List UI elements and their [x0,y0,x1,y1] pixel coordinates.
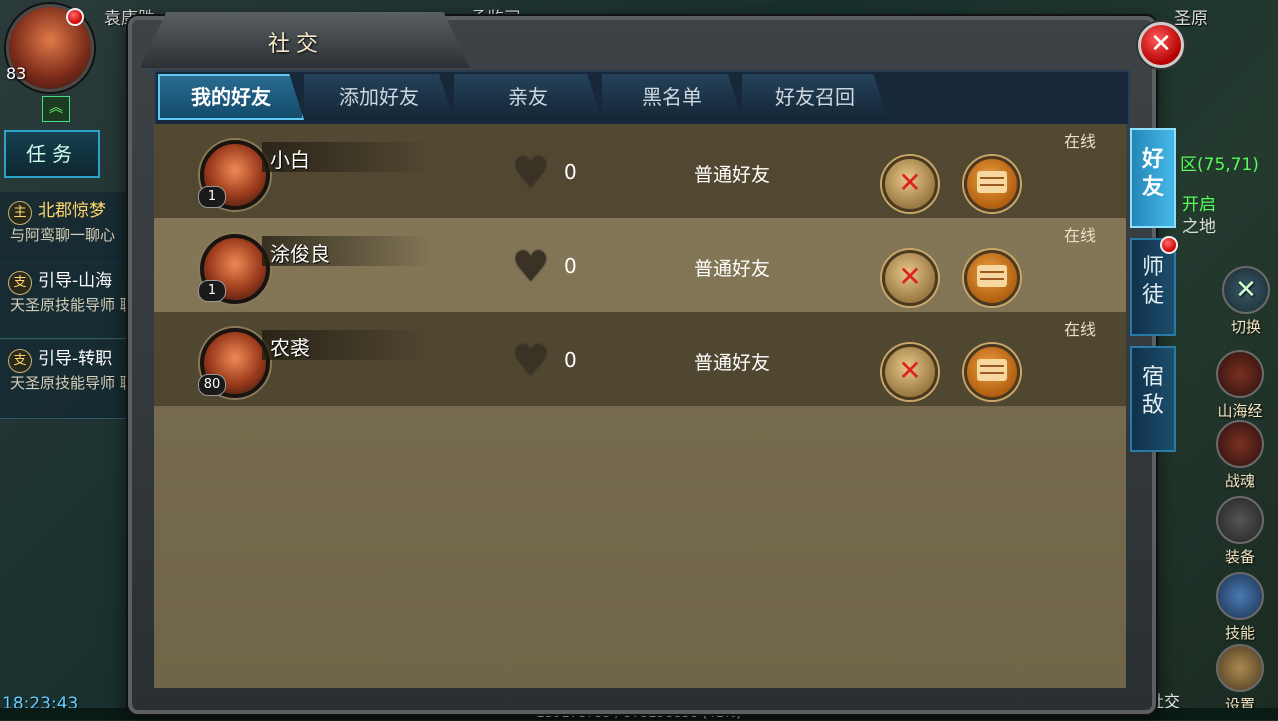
friend-likes: 0 [564,160,577,184]
side-tab-friends[interactable]: 好友 [1130,128,1176,228]
switch-label: 切换 [1230,318,1261,336]
armor-icon [1216,496,1264,544]
friend-name: 小白 [270,148,310,172]
quest-item[interactable]: 主北郡惊梦 与阿鸾聊一聊心 [0,192,130,263]
tab-bar: 我的好友 添加好友 亲友 黑名单 好友召回 [154,70,1130,126]
quest-badge: 支 [8,349,32,373]
close-icon: ✕ [1150,29,1172,59]
demon-mask-icon [1216,420,1264,468]
panel-title: 社交 [268,32,325,57]
friend-relation: 普通好友 [694,258,771,280]
zone-place: 之地 [1182,217,1216,237]
quest-desc: 与阿鸾聊一聊心 [10,226,116,244]
heart-icon: ♥ [512,336,550,385]
quest-title: 引导-山海 [38,271,113,291]
delete-friend-icon: ✕ [898,166,922,199]
quest-item[interactable]: 支引导-转职 天圣原技能导师 聊职业形态 [0,340,195,419]
tab-blacklist[interactable]: 黑名单 [602,74,742,120]
side-tab-label: 好友 [1141,147,1164,200]
friend-row[interactable]: 1 小白 ♥ 0 普通好友 ✕ 在线 [154,124,1126,218]
chat-button[interactable] [964,344,1020,400]
shanhaijing-button[interactable]: 山海经 [1212,350,1268,421]
task-tab[interactable]: 任务 [4,130,100,178]
friend-likes: 0 [564,348,577,372]
quest-title: 北郡惊梦 [38,201,106,221]
skill-button[interactable]: 技能 [1212,572,1268,643]
friend-level: 80 [198,374,226,396]
chat-icon [977,171,1007,193]
delete-friend-button[interactable]: ✕ [882,156,938,212]
war-soul-button[interactable]: 战魂 [1212,420,1268,491]
side-tab-label: 宿敌 [1141,365,1164,418]
skill-label: 技能 [1224,624,1255,642]
side-tab-label: 师徒 [1141,255,1164,308]
delete-friend-icon: ✕ [898,354,922,387]
left-hud: 83 ︽ 任务 主北郡惊梦 与阿鸾聊一聊心 支引导-山海 天圣原技能导师 聊山海… [0,0,195,720]
friend-row[interactable]: 1 涂俊良 ♥ 0 普通好友 ✕ 在线 [154,218,1126,312]
friend-status: 在线 [1064,226,1097,245]
friend-name: 涂俊良 [270,242,330,266]
shanhaijing-label: 山海经 [1217,402,1263,420]
chat-button[interactable] [964,156,1020,212]
upgrade-arrow-icon[interactable]: ︽ [42,96,70,122]
delete-friend-icon: ✕ [898,260,922,293]
notification-dot [66,8,84,26]
tab-add-friend[interactable]: 添加好友 [304,74,454,120]
close-button[interactable]: ✕ [1138,22,1184,68]
location-name: 圣原 [1174,9,1208,29]
friend-relation: 普通好友 [694,352,771,374]
tab-friend-recall[interactable]: 好友召回 [742,74,888,120]
tab-close-friends[interactable]: 亲友 [454,74,602,120]
settings-button[interactable]: 设置 [1212,644,1268,715]
book-icon [1216,350,1264,398]
gear-icon [1216,644,1264,692]
quest-badge: 支 [8,271,32,295]
friend-status: 在线 [1064,132,1097,151]
chat-icon [977,265,1007,287]
quest-title: 引导-转职 [38,349,113,369]
friend-level: 1 [198,280,226,302]
scroll-icon [1216,572,1264,620]
player-level: 83 [6,64,27,83]
equipment-label: 装备 [1224,548,1255,566]
notification-dot [1160,236,1178,254]
friend-level: 1 [198,186,226,208]
equipment-button[interactable]: 装备 [1212,496,1268,567]
delete-friend-button[interactable]: ✕ [882,250,938,306]
friend-row[interactable]: 80 农裘 ♥ 0 普通好友 ✕ 在线 [154,312,1126,406]
heart-icon: ♥ [512,148,550,197]
delete-friend-button[interactable]: ✕ [882,344,938,400]
zone-coords: 区(75,71) [1180,155,1259,175]
friend-likes: 0 [564,254,577,278]
friend-relation: 普通好友 [694,164,771,186]
switch-icon: ✕ [1222,266,1270,314]
friend-name: 农裘 [270,336,310,360]
friend-status: 在线 [1064,320,1097,339]
heart-icon: ♥ [512,242,550,291]
switch-button[interactable]: ✕ 切换 [1218,266,1274,337]
side-tab-enemies[interactable]: 宿敌 [1130,346,1176,452]
quest-badge: 主 [8,201,32,225]
chat-icon [977,359,1007,381]
tab-my-friends[interactable]: 我的好友 [158,74,304,120]
quest-item[interactable]: 支引导-山海 天圣原技能导师 聊山海经 [0,262,180,339]
chat-button[interactable] [964,250,1020,306]
war-soul-label: 战魂 [1224,472,1255,490]
friend-list: 1 小白 ♥ 0 普通好友 ✕ 在线 1 涂俊良 ♥ 0 普通好友 ✕ 在线 8… [154,124,1126,688]
